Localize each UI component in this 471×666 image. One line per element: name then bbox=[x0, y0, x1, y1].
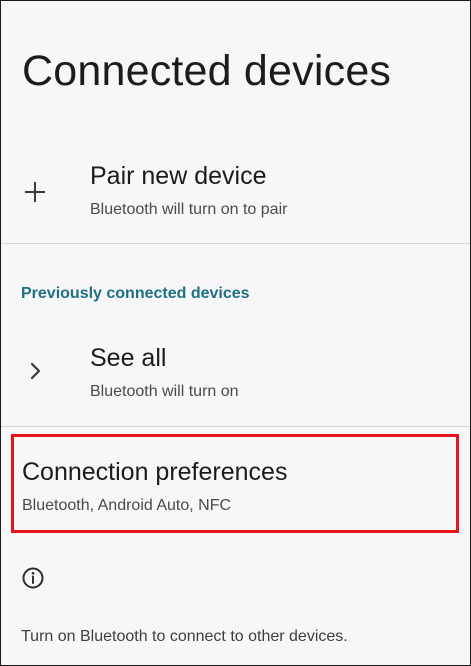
page-title: Connected devices bbox=[22, 47, 392, 95]
pair-new-device-item[interactable]: Pair new device Bluetooth will turn on t… bbox=[1, 149, 470, 241]
see-all-title: See all bbox=[90, 344, 167, 372]
divider bbox=[1, 426, 470, 427]
info-icon bbox=[21, 566, 45, 590]
chevron-right-icon bbox=[28, 361, 44, 386]
footer-text: Turn on Bluetooth to connect to other de… bbox=[21, 628, 348, 645]
pair-new-device-title: Pair new device bbox=[90, 162, 267, 190]
plus-icon bbox=[23, 180, 47, 209]
divider bbox=[1, 243, 470, 244]
pair-new-device-summary: Bluetooth will turn on to pair bbox=[90, 201, 288, 218]
connection-preferences-summary: Bluetooth, Android Auto, NFC bbox=[22, 497, 232, 514]
see-all-summary: Bluetooth will turn on bbox=[90, 383, 239, 400]
settings-screen: Connected devices Pair new device Blueto… bbox=[0, 0, 471, 666]
connection-preferences-item[interactable]: Connection preferences Bluetooth, Androi… bbox=[1, 434, 470, 536]
section-header-previously-connected: Previously connected devices bbox=[21, 285, 250, 302]
connection-preferences-title: Connection preferences bbox=[22, 458, 288, 486]
see-all-item[interactable]: See all Bluetooth will turn on bbox=[1, 331, 470, 425]
